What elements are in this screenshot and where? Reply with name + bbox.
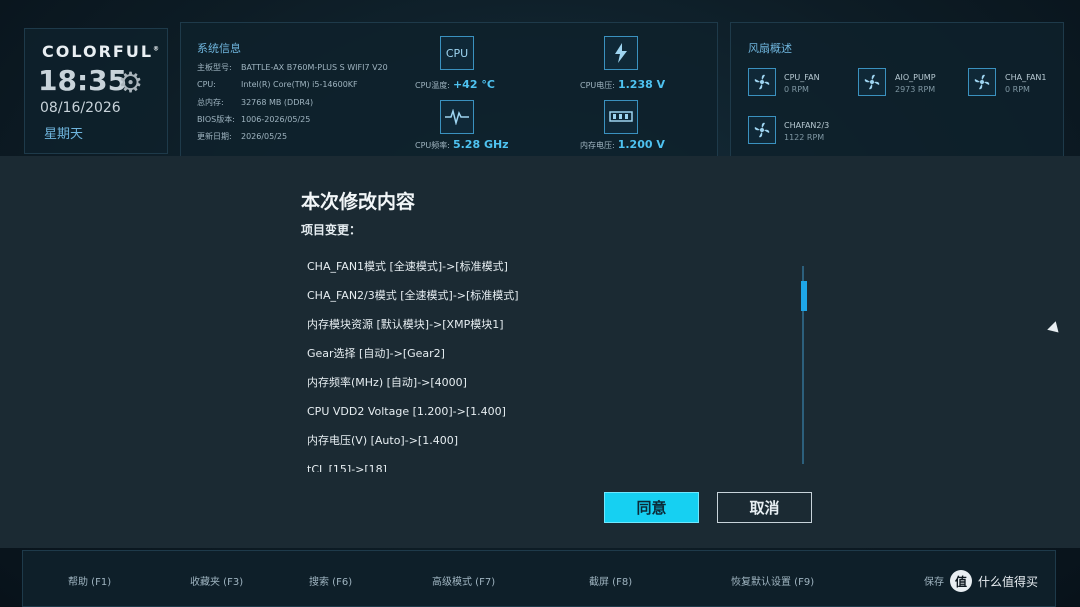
fan-name: CPU_FAN <box>784 73 820 82</box>
brand-logo: COLORFUL® <box>42 42 162 61</box>
watermark: 值 什么值得买 <box>950 570 1038 592</box>
load-defaults-button[interactable]: 恢复默认设置 (F9) <box>731 573 814 588</box>
watermark-logo: 值 <box>950 570 972 592</box>
change-item: 内存模块资源 [默认模块]->[XMP模块1] <box>307 318 504 331</box>
clock-time: 18:35 <box>38 64 128 97</box>
cpu-freq-readout: CPU频率: 5.28 GHz <box>415 138 509 151</box>
system-info-row: CPU: Intel(R) Core(TM) i5-14600KF <box>197 80 358 89</box>
save-button[interactable]: 保存 <box>924 573 944 588</box>
search-button[interactable]: 搜索 (F6) <box>309 573 352 588</box>
change-item: 内存频率(MHz) [自动]->[4000] <box>307 376 467 389</box>
memory-icon <box>604 100 638 134</box>
dialog-subtitle: 项目变更： <box>301 223 362 237</box>
change-item: CHA_FAN2/3模式 [全速模式]->[标准模式] <box>307 289 519 302</box>
clock-weekday: 星期天 <box>44 127 84 142</box>
fan-icon <box>968 68 996 96</box>
mem-voltage-readout: 内存电压: 1.200 V <box>580 138 665 151</box>
lightning-icon <box>604 36 638 70</box>
gear-icon[interactable]: ⚙ <box>118 66 143 99</box>
fan-rpm: 1122 RPM <box>784 133 825 142</box>
dialog-title: 本次修改内容 <box>301 191 416 213</box>
screenshot-button[interactable]: 截屏 (F8) <box>589 573 632 588</box>
fan-rpm: 0 RPM <box>784 85 809 94</box>
cpu-chip-icon: CPU <box>440 36 474 70</box>
help-button[interactable]: 帮助 (F1) <box>68 573 111 588</box>
fan-icon <box>858 68 886 96</box>
watermark-text: 什么值得买 <box>978 574 1039 589</box>
advanced-mode-button[interactable]: 高级模式 (F7) <box>432 573 495 588</box>
waveform-icon <box>440 100 474 134</box>
fan-name: CHAFAN2/3 <box>784 121 830 130</box>
fan-rpm: 2973 RPM <box>895 85 936 94</box>
changes-list[interactable]: CHA_FAN1模式 [全速模式]->[标准模式] CHA_FAN2/3模式 [… <box>307 258 787 472</box>
system-info-row: 总内存: 32768 MB (DDR4) <box>197 98 314 107</box>
change-item: 内存电压(V) [Auto]->[1.400] <box>307 434 458 447</box>
scrollbar-thumb[interactable] <box>801 281 807 311</box>
cpu-temp-readout: CPU温度: +42 °C <box>415 78 495 91</box>
system-info-row: 更新日期: 2026/05/25 <box>197 132 288 141</box>
fan-name: AIO_PUMP <box>895 73 936 82</box>
favorites-button[interactable]: 收藏夹 (F3) <box>190 573 243 588</box>
system-info-row: 主板型号: BATTLE-AX B760M-PLUS S WIFI7 V20 <box>197 63 388 72</box>
change-item: CPU VDD2 Voltage [1.200]->[1.400] <box>307 405 506 418</box>
change-item: Gear选择 [自动]->[Gear2] <box>307 347 445 360</box>
fan-icon <box>748 68 776 96</box>
system-info-title: 系统信息 <box>197 42 241 55</box>
fan-icon <box>748 116 776 144</box>
system-info-row: BIOS版本: 1006-2026/05/25 <box>197 115 311 124</box>
change-item: tCL [15]->[18] <box>307 463 387 472</box>
cpu-voltage-readout: CPU电压: 1.238 V <box>580 78 666 91</box>
change-item: CHA_FAN1模式 [全速模式]->[标准模式] <box>307 260 508 273</box>
cancel-button[interactable]: 取消 <box>717 492 812 523</box>
footer-bar <box>22 550 1056 607</box>
fan-rpm: 0 RPM <box>1005 85 1030 94</box>
agree-button[interactable]: 同意 <box>604 492 699 523</box>
clock-date: 08/16/2026 <box>40 100 121 116</box>
fan-overview-title: 风扇概述 <box>748 42 792 55</box>
fan-name: CHA_FAN1 <box>1005 73 1047 82</box>
